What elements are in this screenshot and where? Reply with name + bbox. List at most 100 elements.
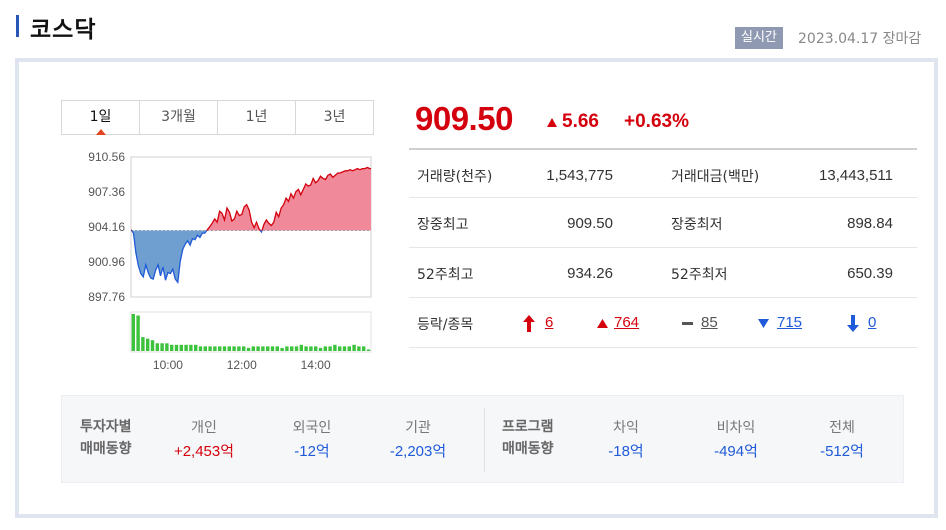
title-accent-bar [16, 15, 19, 37]
volume-bar [213, 346, 217, 351]
volume-bar [194, 344, 198, 351]
volume-bar [290, 346, 294, 351]
quote-header: 909.50 5.66 +0.63% [415, 100, 915, 140]
volume-bar [136, 315, 140, 351]
volume-label: 거래량(천주) [417, 169, 493, 185]
volume-bar [246, 347, 251, 351]
volume-bar [299, 344, 303, 351]
flat-dash-icon [682, 322, 693, 325]
intraday-chart[interactable]: 910.56 907.36 904.16 900.96 897.76 10:00 12:0… [61, 150, 381, 382]
flows-divider [484, 408, 485, 472]
volume-bar [218, 346, 222, 351]
institution-label: 기관 [405, 420, 431, 436]
volume-bar [304, 346, 308, 351]
tab-3month[interactable]: 3개월 [140, 101, 218, 134]
volume-bar [160, 343, 164, 351]
arbitrage-flow: 차익 -18억 [576, 416, 676, 464]
w52-high-label: 52주최고 [417, 267, 474, 283]
volume-bar [184, 344, 188, 351]
volume-bar [189, 344, 193, 351]
volume-bar [285, 346, 289, 351]
tab-3year[interactable]: 3년 [296, 101, 373, 134]
lower-limit-count[interactable]: 0 [868, 314, 876, 331]
volume-bar [174, 344, 179, 351]
volume-value: 1,543,775 [546, 167, 613, 184]
trading-flows: 투자자별 매매동향 개인 +2,453억 외국인 -12억 기관 -2,203억… [61, 395, 904, 483]
program-total-flow: 전체 -512억 [792, 416, 892, 464]
x-tick-label: 10:00 [153, 358, 183, 372]
nonarbitrage-label: 비차익 [716, 420, 756, 436]
volume-bar [357, 346, 361, 351]
volume-bar [146, 338, 150, 351]
program-total-label: 전체 [829, 420, 855, 436]
stats-row-volume: 거래량(천주) 1,543,775 거래대금(백만) 13,443,511 [409, 148, 917, 198]
volume-bar [232, 346, 236, 351]
institution-value: -2,203억 [389, 443, 447, 460]
realtime-badge: 실시간 [735, 27, 783, 49]
volume-bar [256, 346, 260, 351]
volume-bar [352, 344, 356, 351]
volume-bar [270, 346, 275, 351]
volume-bar [338, 346, 342, 351]
volume-bar [131, 314, 135, 351]
volume-bar [366, 349, 371, 351]
nonarbitrage-flow: 비차익 -494억 [686, 416, 786, 464]
price-change: 5.66 [562, 111, 599, 132]
fall-triangle-icon [758, 319, 769, 328]
volume-bar [141, 337, 145, 351]
x-tick-label: 12:00 [227, 358, 257, 372]
tab-1year[interactable]: 1년 [218, 101, 296, 134]
stats-row-advdec: 등락/종목 6 764 85 715 0 [409, 298, 917, 348]
price-change-percent: +0.63% [624, 111, 689, 132]
w52-high-value: 934.26 [567, 265, 613, 282]
intraday-chart-svg: 910.56 907.36 904.16 900.96 897.76 10:00 12:0… [88, 150, 372, 372]
tab-1day[interactable]: 1일 [62, 101, 140, 134]
foreign-value: -12억 [294, 443, 330, 460]
foreign-flow: 외국인 -12억 [262, 416, 362, 464]
individual-label: 개인 [191, 420, 217, 436]
volume-bar [318, 347, 323, 351]
volume-bar [309, 346, 313, 351]
w52-low-value: 650.39 [847, 265, 893, 282]
volume-bar [347, 346, 351, 351]
volume-bar [203, 346, 207, 351]
market-title: 코스닥 [30, 17, 97, 43]
fall-count[interactable]: 715 [777, 314, 802, 331]
stats-row-52week: 52주최고 934.26 52주최저 650.39 [409, 248, 917, 298]
y-tick-label: 907.36 [88, 185, 125, 199]
up-triangle-icon [547, 118, 557, 127]
arbitrage-value: -18억 [608, 443, 644, 460]
volume-bar [198, 346, 203, 351]
volume-bar [179, 344, 183, 351]
market-header: 코스닥 실시간 2023.04.17 장마감 [0, 0, 946, 56]
y-tick-label: 910.56 [88, 150, 125, 164]
volume-bar [150, 340, 155, 351]
amount-label: 거래대금(백만) [671, 169, 760, 185]
volume-bar [323, 346, 327, 351]
volume-bar [242, 346, 246, 351]
stats-row-intraday: 장중최고 909.50 장중최저 898.84 [409, 198, 917, 248]
program-flow-title-line1: 프로그램 [502, 419, 554, 435]
y-tick-label: 897.76 [88, 290, 125, 304]
y-tick-label: 900.96 [88, 255, 125, 269]
upper-limit-count[interactable]: 6 [545, 314, 553, 331]
high-label: 장중최고 [417, 217, 469, 233]
low-value: 898.84 [847, 215, 893, 232]
rise-count[interactable]: 764 [614, 314, 639, 331]
volume-bar [251, 346, 255, 351]
volume-bar [222, 346, 227, 351]
investor-flow-title-line1: 투자자별 [80, 419, 132, 435]
program-flow-title-line2: 매매동향 [502, 441, 554, 457]
investor-flow-title-line2: 매매동향 [80, 441, 132, 457]
volume-bar [280, 347, 284, 351]
volume-bar [333, 344, 337, 351]
amount-value: 13,443,511 [819, 167, 893, 184]
volume-bar [342, 346, 347, 351]
flat-count[interactable]: 85 [701, 314, 718, 331]
upper-limit-arrow-icon [523, 315, 535, 332]
volume-bar [314, 346, 318, 351]
nonarbitrage-value: -494억 [714, 443, 758, 460]
date-status: 2023.04.17 장마감 [798, 31, 922, 47]
current-price: 909.50 [415, 100, 513, 137]
advdec-label: 등락/종목 [417, 317, 474, 333]
